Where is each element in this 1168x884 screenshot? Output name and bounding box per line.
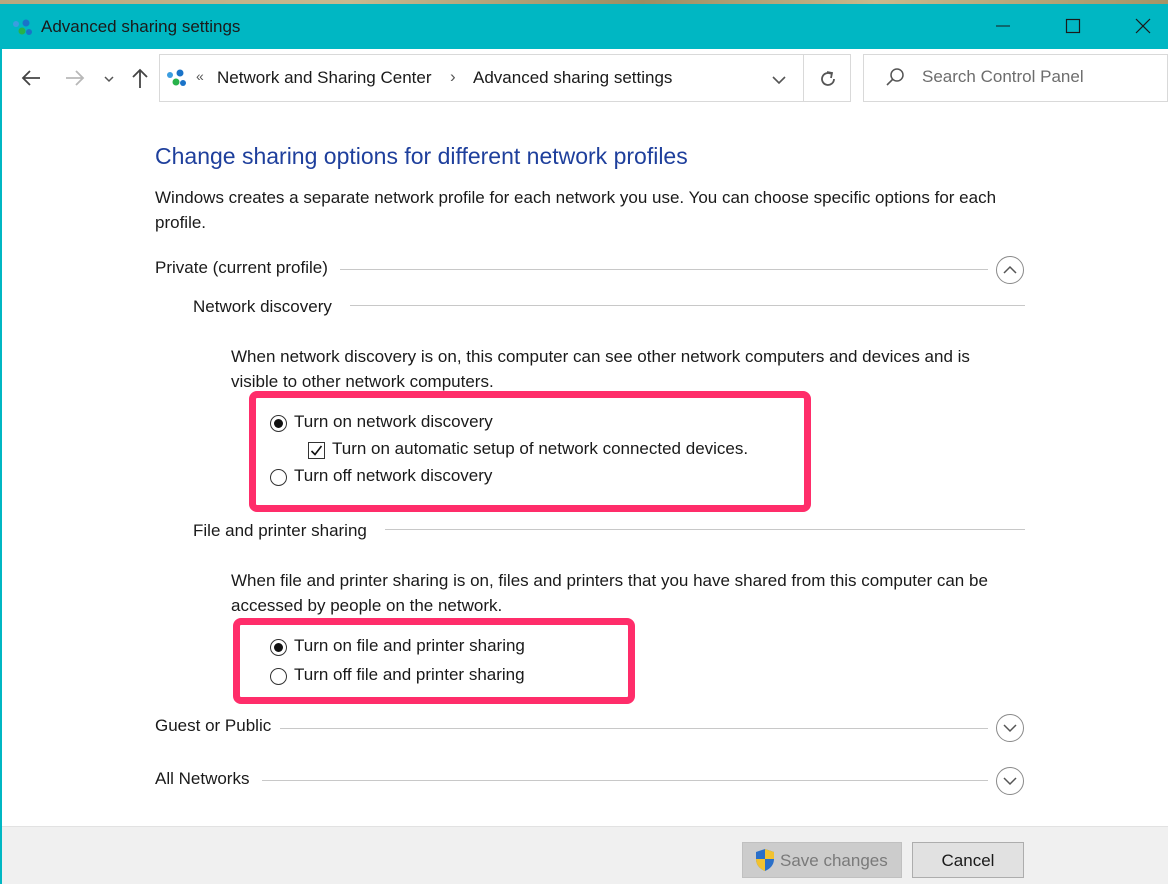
save-changes-button[interactable]: Save changes bbox=[742, 842, 902, 878]
network-discovery-off-label[interactable]: Turn off network discovery bbox=[294, 466, 492, 486]
breadcrumb-advanced-sharing[interactable]: Advanced sharing settings bbox=[473, 68, 672, 88]
save-changes-label: Save changes bbox=[780, 851, 888, 870]
page-title: Change sharing options for different net… bbox=[155, 143, 688, 169]
file-sharing-title: File and printer sharing bbox=[193, 521, 375, 541]
close-button[interactable] bbox=[1108, 4, 1168, 49]
breadcrumb-overflow[interactable]: « bbox=[196, 68, 204, 84]
up-button[interactable] bbox=[126, 62, 156, 96]
recent-locations-button[interactable] bbox=[99, 62, 119, 96]
cancel-button[interactable]: Cancel bbox=[912, 842, 1024, 878]
search-input[interactable] bbox=[922, 67, 1157, 87]
profile-guest-public-label[interactable]: Guest or Public bbox=[155, 716, 280, 736]
page-description: Windows creates a separate network profi… bbox=[155, 188, 997, 232]
chevron-down-icon bbox=[772, 76, 786, 85]
file-sharing-off-label[interactable]: Turn off file and printer sharing bbox=[294, 665, 525, 685]
forward-button[interactable] bbox=[62, 62, 92, 96]
chevron-down-icon bbox=[104, 76, 114, 83]
window-border bbox=[0, 49, 2, 884]
chevron-down-icon bbox=[1003, 777, 1017, 786]
address-divider bbox=[803, 55, 804, 101]
expand-guest-public-button[interactable] bbox=[996, 714, 1024, 742]
file-sharing-description: When file and printer sharing is on, fil… bbox=[231, 571, 988, 615]
refresh-icon bbox=[821, 71, 835, 86]
file-sharing-on-label[interactable]: Turn on file and printer sharing bbox=[294, 636, 525, 656]
section-divider bbox=[262, 780, 988, 781]
section-divider bbox=[340, 269, 988, 270]
section-divider bbox=[280, 728, 988, 729]
cancel-label: Cancel bbox=[941, 851, 995, 870]
close-icon bbox=[1135, 18, 1151, 34]
highlight-box bbox=[233, 618, 635, 704]
maximize-icon bbox=[1065, 18, 1081, 34]
profile-private-label[interactable]: Private (current profile) bbox=[155, 258, 336, 278]
section-divider bbox=[350, 305, 1025, 306]
file-sharing-on-radio[interactable] bbox=[270, 639, 287, 656]
breadcrumb-separator[interactable]: › bbox=[450, 67, 456, 87]
address-dropdown-button[interactable] bbox=[765, 67, 793, 91]
up-arrow-icon bbox=[132, 68, 148, 88]
window-title: Advanced sharing settings bbox=[41, 17, 241, 36]
auto-setup-checkbox[interactable] bbox=[308, 442, 325, 459]
auto-setup-label[interactable]: Turn on automatic setup of network conne… bbox=[332, 439, 748, 459]
network-discovery-on-radio[interactable] bbox=[270, 415, 287, 432]
breadcrumb-network-sharing-center[interactable]: Network and Sharing Center bbox=[217, 68, 432, 88]
file-sharing-off-radio[interactable] bbox=[270, 668, 287, 685]
chevron-down-icon bbox=[1003, 724, 1017, 733]
uac-shield-icon bbox=[756, 849, 774, 871]
network-discovery-title: Network discovery bbox=[193, 297, 340, 317]
search-box[interactable] bbox=[863, 54, 1168, 102]
minimize-icon bbox=[996, 25, 1010, 27]
network-icon bbox=[167, 69, 186, 86]
expand-all-networks-button[interactable] bbox=[996, 767, 1024, 795]
minimize-button[interactable] bbox=[968, 4, 1038, 49]
back-arrow-icon bbox=[21, 70, 40, 86]
refresh-button[interactable] bbox=[812, 65, 842, 93]
checkmark-icon bbox=[310, 445, 323, 456]
maximize-button[interactable] bbox=[1038, 4, 1108, 49]
collapse-private-button[interactable] bbox=[996, 256, 1024, 284]
network-discovery-off-radio[interactable] bbox=[270, 469, 287, 486]
forward-arrow-icon bbox=[66, 70, 85, 86]
network-icon bbox=[13, 19, 32, 35]
back-button[interactable] bbox=[16, 62, 46, 96]
network-discovery-description: When network discovery is on, this compu… bbox=[231, 347, 970, 391]
search-icon bbox=[886, 68, 904, 86]
section-divider bbox=[385, 529, 1025, 530]
profile-all-networks-label[interactable]: All Networks bbox=[155, 769, 258, 789]
chevron-up-icon bbox=[1003, 265, 1017, 274]
address-bar[interactable]: « Network and Sharing Center › Advanced … bbox=[159, 54, 851, 102]
network-discovery-on-label[interactable]: Turn on network discovery bbox=[294, 412, 493, 432]
